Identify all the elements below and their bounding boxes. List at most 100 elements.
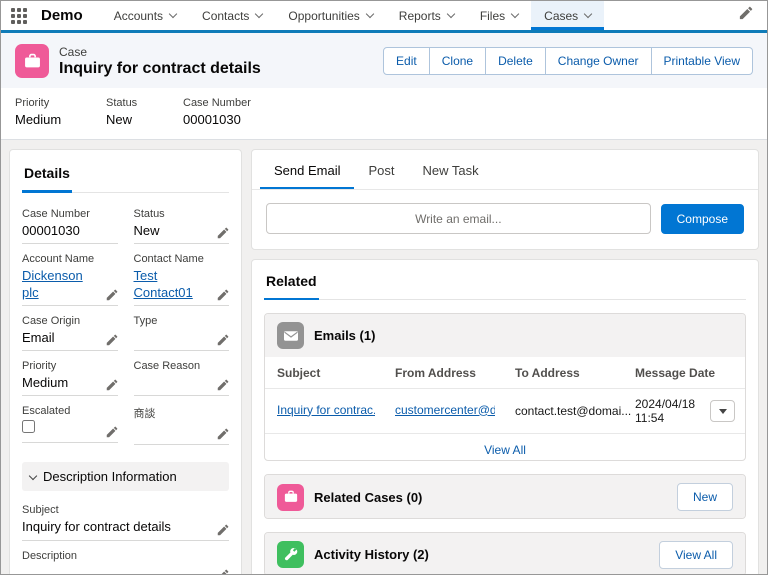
- highlight-status: Status New: [106, 97, 183, 127]
- details-field-grid: Case Number 00001030 Status New Account …: [22, 208, 229, 454]
- field-account-name: Account Name Dickenson plc: [22, 253, 118, 306]
- edit-pencil-icon[interactable]: [217, 289, 229, 301]
- field-label: Status: [133, 208, 165, 220]
- field-label: 商談: [133, 408, 156, 421]
- view-all-button[interactable]: View All: [659, 540, 733, 569]
- tab-related[interactable]: Related: [264, 272, 319, 300]
- field-priority: Priority Medium: [22, 360, 118, 397]
- entity-label: Case: [59, 44, 88, 59]
- highlight-label: Case Number: [183, 97, 251, 109]
- field-value: Inquiry for contract details: [22, 519, 171, 535]
- field-value: Email: [22, 329, 55, 345]
- field-status: Status New: [133, 208, 229, 245]
- activity-history-list: Activity History (2) View All: [264, 531, 746, 574]
- publisher-tabs: Send Email Post New Task: [252, 150, 758, 190]
- row-actions-menu-button[interactable]: [710, 400, 735, 422]
- related-list-title[interactable]: Activity History (2): [314, 547, 429, 562]
- nav-tab-opportunities[interactable]: Opportunities: [275, 1, 385, 30]
- edit-pencil-icon[interactable]: [106, 334, 118, 346]
- page-title: Inquiry for contract details: [59, 59, 261, 77]
- chevron-down-icon[interactable]: [510, 9, 520, 19]
- chevron-down-icon[interactable]: [255, 9, 264, 19]
- delete-button[interactable]: Delete: [486, 47, 546, 75]
- compose-button[interactable]: Compose: [660, 203, 744, 234]
- edit-pencil-icon[interactable]: [217, 379, 229, 391]
- nav-tab-label: Contacts: [202, 8, 250, 23]
- section-description-information[interactable]: Description Information: [22, 462, 229, 492]
- edit-pencil-icon[interactable]: [106, 426, 118, 438]
- edit-pencil-icon[interactable]: [217, 334, 229, 346]
- edit-pencil-icon[interactable]: [217, 524, 229, 536]
- related-list-title[interactable]: Emails (1): [314, 328, 375, 343]
- nav-tabs: Accounts Contacts Opportunities Reports …: [101, 1, 605, 30]
- field-label: Type: [133, 314, 158, 327]
- new-button[interactable]: New: [676, 483, 733, 512]
- case-icon: [15, 44, 49, 78]
- app-launcher-icon[interactable]: [1, 1, 37, 30]
- account-link[interactable]: Dickenson plc: [22, 268, 83, 299]
- contact-link[interactable]: Test Contact01: [134, 268, 193, 299]
- escalated-checkbox[interactable]: [22, 420, 35, 434]
- main-content: Details Case Number 00001030 Status New …: [1, 140, 767, 574]
- edit-pencil-icon[interactable]: [217, 428, 229, 440]
- chevron-down-icon[interactable]: [365, 9, 375, 19]
- edit-pencil-icon[interactable]: [217, 227, 229, 239]
- email-input[interactable]: [266, 203, 651, 234]
- tab-post[interactable]: Post: [354, 150, 408, 189]
- edit-pencil-icon[interactable]: [217, 569, 229, 574]
- column-header-date: Message Date: [625, 357, 745, 389]
- field-type: Type: [133, 314, 229, 351]
- tab-details[interactable]: Details: [22, 163, 72, 193]
- highlight-value: New: [106, 112, 133, 127]
- nav-tab-cases[interactable]: Cases: [531, 1, 605, 30]
- nav-tab-reports[interactable]: Reports: [386, 1, 467, 30]
- edit-button[interactable]: Edit: [383, 47, 430, 75]
- edit-pencil-icon[interactable]: [106, 289, 118, 301]
- printable-view-button[interactable]: Printable View: [651, 47, 753, 75]
- chevron-down-icon: [28, 471, 38, 480]
- details-panel: Details Case Number 00001030 Status New …: [9, 149, 242, 574]
- section-title: Description Information: [43, 469, 177, 485]
- chevron-down-icon[interactable]: [446, 9, 456, 19]
- record-header: Case Inquiry for contract details Edit C…: [1, 33, 767, 140]
- nav-tab-label: Files: [479, 8, 506, 23]
- nav-tab-label: Reports: [398, 8, 441, 23]
- email-from-link[interactable]: customercenter@d...: [395, 403, 495, 417]
- field-label: Subject: [22, 504, 59, 517]
- email-subject-link[interactable]: Inquiry for contrac...: [277, 403, 375, 417]
- email-to-address: contact.test@domai...: [515, 404, 632, 418]
- view-all-link[interactable]: View All: [484, 443, 526, 457]
- highlight-label: Priority: [15, 97, 50, 109]
- email-icon: [277, 322, 304, 349]
- field-value: New: [133, 223, 160, 238]
- change-owner-button[interactable]: Change Owner: [545, 47, 652, 75]
- highlights-panel: Priority Medium Status New Case Number 0…: [1, 88, 767, 139]
- nav-tab-files[interactable]: Files: [467, 1, 531, 30]
- edit-nav-pencil-icon[interactable]: [725, 6, 767, 25]
- global-nav: Demo Accounts Contacts Opportunities Rep…: [1, 1, 767, 33]
- related-panel: Related Emails (1) Subject From Address …: [251, 259, 759, 574]
- emails-related-list: Emails (1) Subject From Address To Addre…: [264, 313, 746, 462]
- highlight-label: Status: [106, 97, 138, 109]
- related-list-title[interactable]: Related Cases (0): [314, 490, 422, 505]
- field-label: Case Reason: [133, 360, 201, 372]
- chevron-down-icon[interactable]: [583, 9, 593, 19]
- publisher-card: Send Email Post New Task Compose: [251, 149, 759, 250]
- field-value: 00001030: [22, 223, 80, 238]
- email-message-date: 2024/04/18 11:54: [635, 397, 696, 425]
- tab-new-task[interactable]: New Task: [409, 150, 493, 189]
- highlight-value: Medium: [15, 112, 62, 127]
- tab-send-email[interactable]: Send Email: [260, 150, 354, 189]
- app-name: Demo: [41, 7, 83, 24]
- nav-tab-contacts[interactable]: Contacts: [189, 1, 275, 30]
- nav-tab-accounts[interactable]: Accounts: [101, 1, 189, 30]
- field-label: Account Name: [22, 253, 95, 266]
- right-column: Send Email Post New Task Compose Related: [251, 149, 759, 574]
- chevron-down-icon[interactable]: [168, 9, 178, 19]
- caret-down-icon: [718, 408, 727, 414]
- edit-pencil-icon[interactable]: [106, 379, 118, 391]
- clone-button[interactable]: Clone: [429, 47, 487, 75]
- field-value: Medium: [22, 375, 69, 390]
- highlight-case-number: Case Number 00001030: [183, 97, 251, 127]
- nav-tab-label: Cases: [544, 8, 579, 23]
